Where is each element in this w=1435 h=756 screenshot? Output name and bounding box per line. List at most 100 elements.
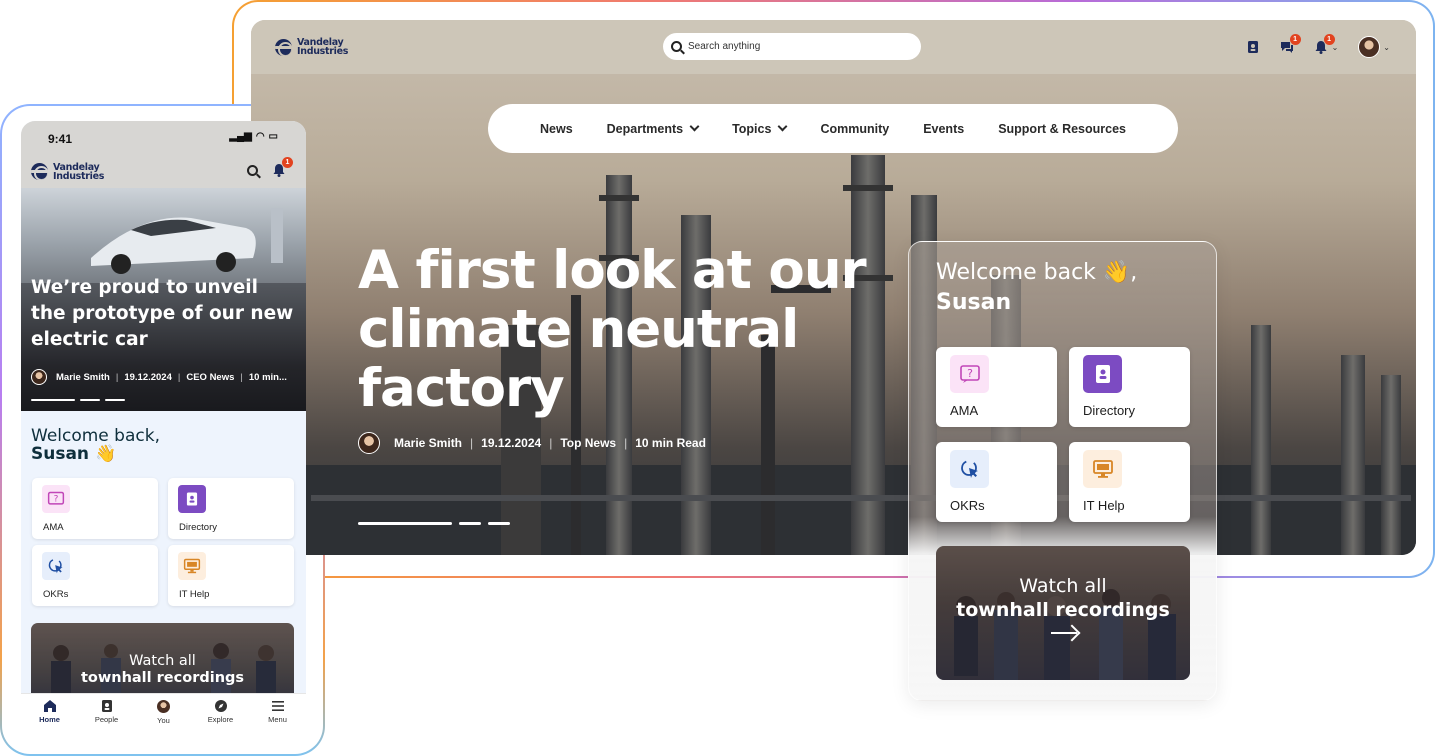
monitor-icon — [178, 552, 206, 580]
hero-headline[interactable]: A first look at our climate neutral fact… — [358, 241, 918, 418]
nav-departments[interactable]: Departments — [607, 122, 700, 136]
home-icon — [43, 700, 56, 712]
tile-okrs-label: OKRs — [950, 498, 985, 513]
tile-ama[interactable]: ? AMA — [936, 347, 1057, 427]
question-icon: ? — [42, 485, 70, 513]
welcome-greeting: Welcome back 👋, Susan — [936, 258, 1137, 318]
townhall-line1: Watch all — [129, 653, 196, 669]
search-icon — [671, 41, 682, 52]
townhall-text: Watch all townhall recordings — [936, 574, 1190, 622]
tile-directory-label: Directory — [179, 522, 218, 533]
contact-book-icon — [1083, 355, 1122, 393]
header-actions: 1 1 ⌄ ⌄ — [1246, 34, 1390, 58]
contacts-icon[interactable] — [1246, 40, 1260, 54]
townhall-card[interactable]: Watch all townhall recordings — [936, 546, 1190, 680]
nav-events[interactable]: Events — [923, 122, 964, 136]
read-time: 10 min... — [248, 371, 287, 383]
publish-date: 19.12.2024 — [481, 436, 542, 450]
townhall-line2: townhall recordings — [80, 670, 245, 686]
brand-line2: Industries — [53, 170, 105, 182]
tile-okrs[interactable]: OKRs — [936, 442, 1057, 522]
welcome-text: Welcome back 👋, — [936, 260, 1138, 285]
nav-community[interactable]: Community — [820, 122, 889, 136]
tile-directory-label: Directory — [1083, 403, 1136, 418]
author-name[interactable]: Marie Smith — [394, 436, 462, 450]
separator: | — [549, 436, 553, 450]
mobile-screen: 9:41 ▂▄▆ ◠ ▭ Vandelay Industries 1 We’re… — [21, 121, 306, 731]
chat-icon[interactable]: 1 — [1280, 34, 1301, 54]
tab-explore[interactable]: Explore — [201, 699, 241, 731]
tile-it-help[interactable]: IT Help — [1069, 442, 1190, 522]
nav-community-label: Community — [820, 121, 890, 136]
tile-directory[interactable]: Directory — [1069, 347, 1190, 427]
carousel-dot[interactable] — [105, 399, 125, 401]
main-nav: News Departments Topics Community Events… — [488, 104, 1178, 153]
carousel-dot-active[interactable] — [31, 399, 75, 401]
tile-it-help[interactable]: IT Help — [168, 545, 294, 606]
tile-it-help-label: IT Help — [1083, 498, 1125, 513]
search-input[interactable] — [688, 41, 908, 52]
notification-bell-icon[interactable]: 1 — [1314, 34, 1335, 54]
nav-topics[interactable]: Topics — [732, 121, 788, 136]
tab-explore-label: Explore — [207, 715, 234, 724]
brand-logo[interactable]: Vandelay Industries — [31, 162, 105, 182]
nav-support-label: Support & Resources — [998, 121, 1126, 136]
bottom-tab-bar: Home People You Explore Menu — [21, 693, 306, 731]
hamburger-menu-icon — [271, 701, 284, 711]
chevron-down-icon: ⌄ — [1383, 42, 1390, 52]
contacts-icon — [101, 700, 112, 712]
carousel-dot-active[interactable] — [358, 522, 452, 525]
nav-events-label: Events — [923, 121, 965, 136]
brand-line2: Industries — [297, 46, 349, 57]
search-icon[interactable] — [247, 165, 258, 176]
cursor-click-icon — [42, 552, 70, 580]
chat-badge: 1 — [1289, 34, 1301, 45]
category-tag[interactable]: Top News — [560, 436, 616, 450]
tab-menu[interactable]: Menu — [258, 699, 298, 731]
mobile-welcome-greeting: Welcome back, Susan 👋 — [31, 427, 160, 463]
carousel-indicators — [31, 399, 125, 401]
carousel-dot[interactable] — [488, 522, 510, 525]
carousel-dot[interactable] — [80, 399, 100, 401]
tile-directory[interactable]: Directory — [168, 478, 294, 539]
tile-ama-label: AMA — [950, 403, 979, 418]
tab-you[interactable]: You — [144, 699, 184, 731]
mobile-hero[interactable]: We’re proud to unveil the prototype of o… — [21, 188, 306, 411]
brand-logo[interactable]: Vandelay Industries — [275, 38, 348, 56]
carousel-indicators — [358, 522, 510, 525]
search-bar[interactable] — [663, 33, 921, 60]
mobile-hero-meta: Marie Smith | 19.12.2024 | CEO News | 10… — [31, 369, 287, 385]
separator: | — [115, 371, 119, 383]
cursor-click-icon — [950, 450, 989, 488]
tile-ama[interactable]: ? AMA — [32, 478, 158, 539]
chevron-down-icon — [777, 121, 788, 132]
townhall-line1: Watch all — [1019, 575, 1107, 597]
tab-you-label: You — [157, 716, 170, 725]
townhall-card[interactable]: Watch all townhall recordings — [31, 623, 294, 703]
user-name: Susan — [936, 290, 1012, 315]
author-name[interactable]: Marie Smith — [56, 372, 110, 383]
tab-home[interactable]: Home — [30, 699, 70, 731]
status-bar: 9:41 ▂▄▆ ◠ ▭ — [21, 121, 306, 155]
battery-icon: ▭ — [268, 131, 278, 142]
user-menu[interactable]: ⌄ — [1358, 36, 1390, 58]
nav-support-resources[interactable]: Support & Resources — [998, 122, 1126, 136]
user-name: Susan 👋 — [31, 444, 117, 464]
monitor-icon — [1083, 450, 1122, 488]
separator: | — [470, 436, 474, 450]
tile-ama-label: AMA — [43, 522, 64, 533]
townhall-line2: townhall recordings — [956, 599, 1170, 621]
tile-okrs[interactable]: OKRs — [32, 545, 158, 606]
notification-badge: 1 — [1323, 34, 1335, 45]
tab-people[interactable]: People — [87, 699, 127, 731]
category-tag[interactable]: CEO News — [186, 372, 234, 383]
nav-news[interactable]: News — [540, 122, 573, 136]
author-avatar — [358, 432, 380, 454]
avatar — [1358, 36, 1381, 58]
svg-text:?: ? — [967, 367, 973, 380]
arrow-right-icon — [1051, 632, 1077, 634]
carousel-dot[interactable] — [459, 522, 481, 525]
notification-bell-icon[interactable]: 1 — [272, 157, 293, 177]
author-avatar — [31, 369, 47, 385]
tab-home-label: Home — [39, 715, 60, 724]
